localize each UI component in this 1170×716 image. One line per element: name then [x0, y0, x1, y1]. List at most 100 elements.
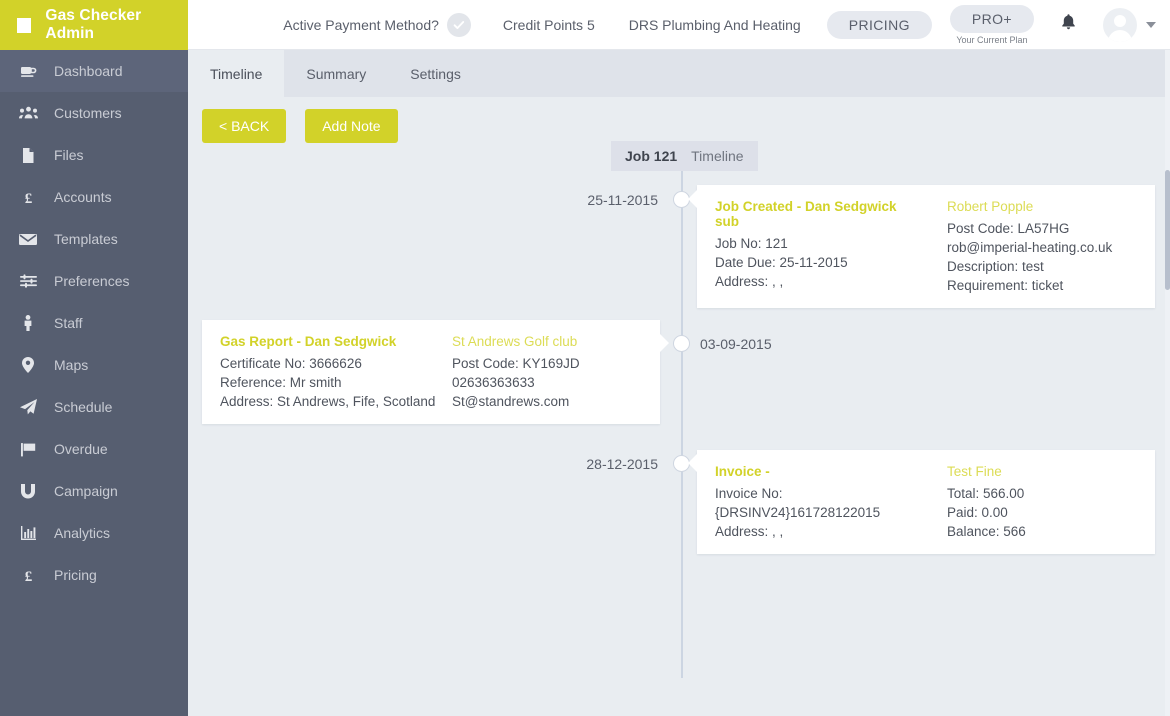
timeline-card[interactable]: Invoice - Invoice No: {DRSINV24}1617281220… [697, 450, 1155, 554]
plan-caption: Your Current Plan [956, 34, 1028, 45]
pound-icon: £ [18, 190, 38, 205]
brand-header[interactable]: Gas Checker Admin [0, 0, 188, 50]
tab-timeline[interactable]: Timeline [188, 50, 285, 97]
sidebar-item-label: Preferences [54, 273, 130, 289]
card-title: Invoice - [715, 464, 770, 479]
card-line: Address: , , [715, 524, 784, 539]
timeline-card[interactable]: Gas Report - Dan Sedgwick Certificate No:… [202, 320, 660, 424]
sidebar-item-label: Customers [54, 105, 122, 121]
sidebar-item-label: Files [54, 147, 84, 163]
chevron-down-icon[interactable] [1146, 21, 1156, 28]
check-circle-icon [446, 12, 471, 37]
map-pin-icon [18, 357, 38, 373]
sidebar-item-label: Analytics [54, 525, 111, 541]
company-name-label: DRS Plumbing And Heating [628, 16, 801, 33]
timeline-date: 28-12-2015 [586, 456, 658, 472]
tab-summary[interactable]: Summary [284, 50, 388, 97]
bell-icon[interactable] [1060, 13, 1077, 36]
pound-icon: £ [18, 568, 38, 583]
card-line: Certificate No: 3666626 [220, 356, 362, 371]
card-title: Gas Report - Dan Sedgwick [220, 334, 397, 349]
sidebar-item-analytics[interactable]: Analytics [0, 512, 188, 554]
card-line: Invoice No: [715, 486, 783, 501]
sidebar-item-accounts[interactable]: £ Accounts [0, 176, 188, 218]
main-content: < BACK Add Note Job 121 Timeline 25-11-2… [188, 97, 1170, 716]
sidebar-item-label: Schedule [54, 399, 113, 415]
plan-badge-label: PRO+ [949, 4, 1034, 33]
card-column-left: Job Created - Dan Sedgwick sub Job No: 12… [697, 185, 937, 308]
card-line: Date Due: 25-11-2015 [715, 255, 848, 270]
flag-icon [18, 442, 38, 457]
sidebar-item-label: Campaign [54, 483, 118, 499]
current-plan-badge[interactable]: PRO+ Your Current Plan [949, 4, 1034, 45]
svg-text:£: £ [24, 191, 32, 205]
active-payment-status: Active Payment Method? [283, 12, 471, 37]
timeline-job-header: Job 121 Timeline [611, 141, 758, 171]
card-subtitle: Test Fine [947, 464, 1002, 479]
tab-bar: Timeline Summary Settings [188, 50, 1170, 97]
card-column-right: St Andrews Golf club Post Code: KY169JD 02… [442, 320, 660, 424]
card-column-right: Robert Popple Post Code: LA57HG rob@imperi… [937, 185, 1155, 308]
card-notch [688, 190, 697, 208]
card-subtitle: St Andrews Golf club [452, 334, 578, 349]
card-line: 02636363633 [452, 375, 535, 390]
card-line: rob@imperial-heating.co.uk [947, 240, 1113, 255]
sidebar-item-label: Dashboard [54, 63, 123, 79]
svg-text:£: £ [24, 569, 32, 583]
card-column-left: Gas Report - Dan Sedgwick Certificate No:… [202, 320, 442, 424]
sidebar-item-label: Pricing [54, 567, 97, 583]
timeline-spine [681, 166, 683, 678]
scrollbar-thumb[interactable] [1165, 170, 1170, 290]
sidebar-item-campaign[interactable]: Campaign [0, 470, 188, 512]
timeline-dot [673, 335, 690, 352]
sidebar-nav: Dashboard Customers Files £ Accounts Template… [0, 50, 188, 596]
card-line: Job No: 121 [715, 236, 788, 251]
sidebar-item-preferences[interactable]: Preferences [0, 260, 188, 302]
sidebar-item-pricing[interactable]: £ Pricing [0, 554, 188, 596]
card-line: St@standrews.com [452, 394, 570, 409]
tab-label: Timeline [210, 65, 263, 82]
sidebar-item-files[interactable]: Files [0, 134, 188, 176]
user-menu[interactable] [1103, 7, 1156, 42]
square-logo-icon [17, 17, 32, 33]
card-subtitle: Robert Popple [947, 199, 1034, 214]
top-header: Active Payment Method? Credit Points 5 D… [188, 0, 1170, 50]
card-line: Description: test [947, 259, 1044, 274]
magnet-icon [18, 483, 38, 499]
sidebar-item-templates[interactable]: Templates [0, 218, 188, 260]
payment-method-label: Active Payment Method? [283, 16, 439, 33]
sidebar-item-dashboard[interactable]: Dashboard [0, 50, 188, 92]
sidebar-item-customers[interactable]: Customers [0, 92, 188, 134]
job-number-label: Job 121 [625, 148, 678, 164]
bar-chart-icon [18, 526, 38, 540]
card-line: Reference: Mr smith [220, 375, 342, 390]
timeline-view-label: Timeline [691, 148, 744, 164]
sidebar-item-schedule[interactable]: Schedule [0, 386, 188, 428]
card-notch [688, 454, 697, 472]
person-icon [18, 315, 38, 331]
sidebar-item-maps[interactable]: Maps [0, 344, 188, 386]
card-column-left: Invoice - Invoice No: {DRSINV24}1617281220… [697, 450, 937, 554]
sidebar-item-staff[interactable]: Staff [0, 302, 188, 344]
timeline-date: 25-11-2015 [587, 192, 658, 208]
sliders-icon [18, 274, 38, 288]
card-line: Address: St Andrews, Fife, Scotland [220, 394, 436, 409]
card-line: {DRSINV24}161728122015 [715, 505, 881, 520]
avatar-icon [1103, 7, 1137, 42]
tab-label: Summary [306, 65, 367, 82]
credit-points-label: Credit Points 5 [502, 16, 595, 33]
sidebar-item-label: Overdue [54, 441, 108, 457]
sidebar-item-label: Templates [54, 231, 118, 247]
tab-settings[interactable]: Settings [388, 50, 483, 97]
pricing-button[interactable]: PRICING [826, 10, 932, 39]
sidebar-item-overdue[interactable]: Overdue [0, 428, 188, 470]
timeline-card[interactable]: Job Created - Dan Sedgwick sub Job No: 12… [697, 185, 1155, 308]
tab-label: Settings [410, 65, 461, 82]
card-line: Post Code: LA57HG [947, 221, 1070, 236]
page-scrollbar[interactable] [1165, 50, 1170, 716]
card-title: Job Created - Dan Sedgwick sub [715, 199, 897, 229]
card-line: Requirement: ticket [947, 278, 1064, 293]
timeline: Job 121 Timeline 25-11-2015 Job Created -… [188, 97, 1170, 716]
sidebar: Gas Checker Admin Dashboard Customers File… [0, 0, 188, 716]
brand-title: Gas Checker Admin [45, 7, 142, 42]
